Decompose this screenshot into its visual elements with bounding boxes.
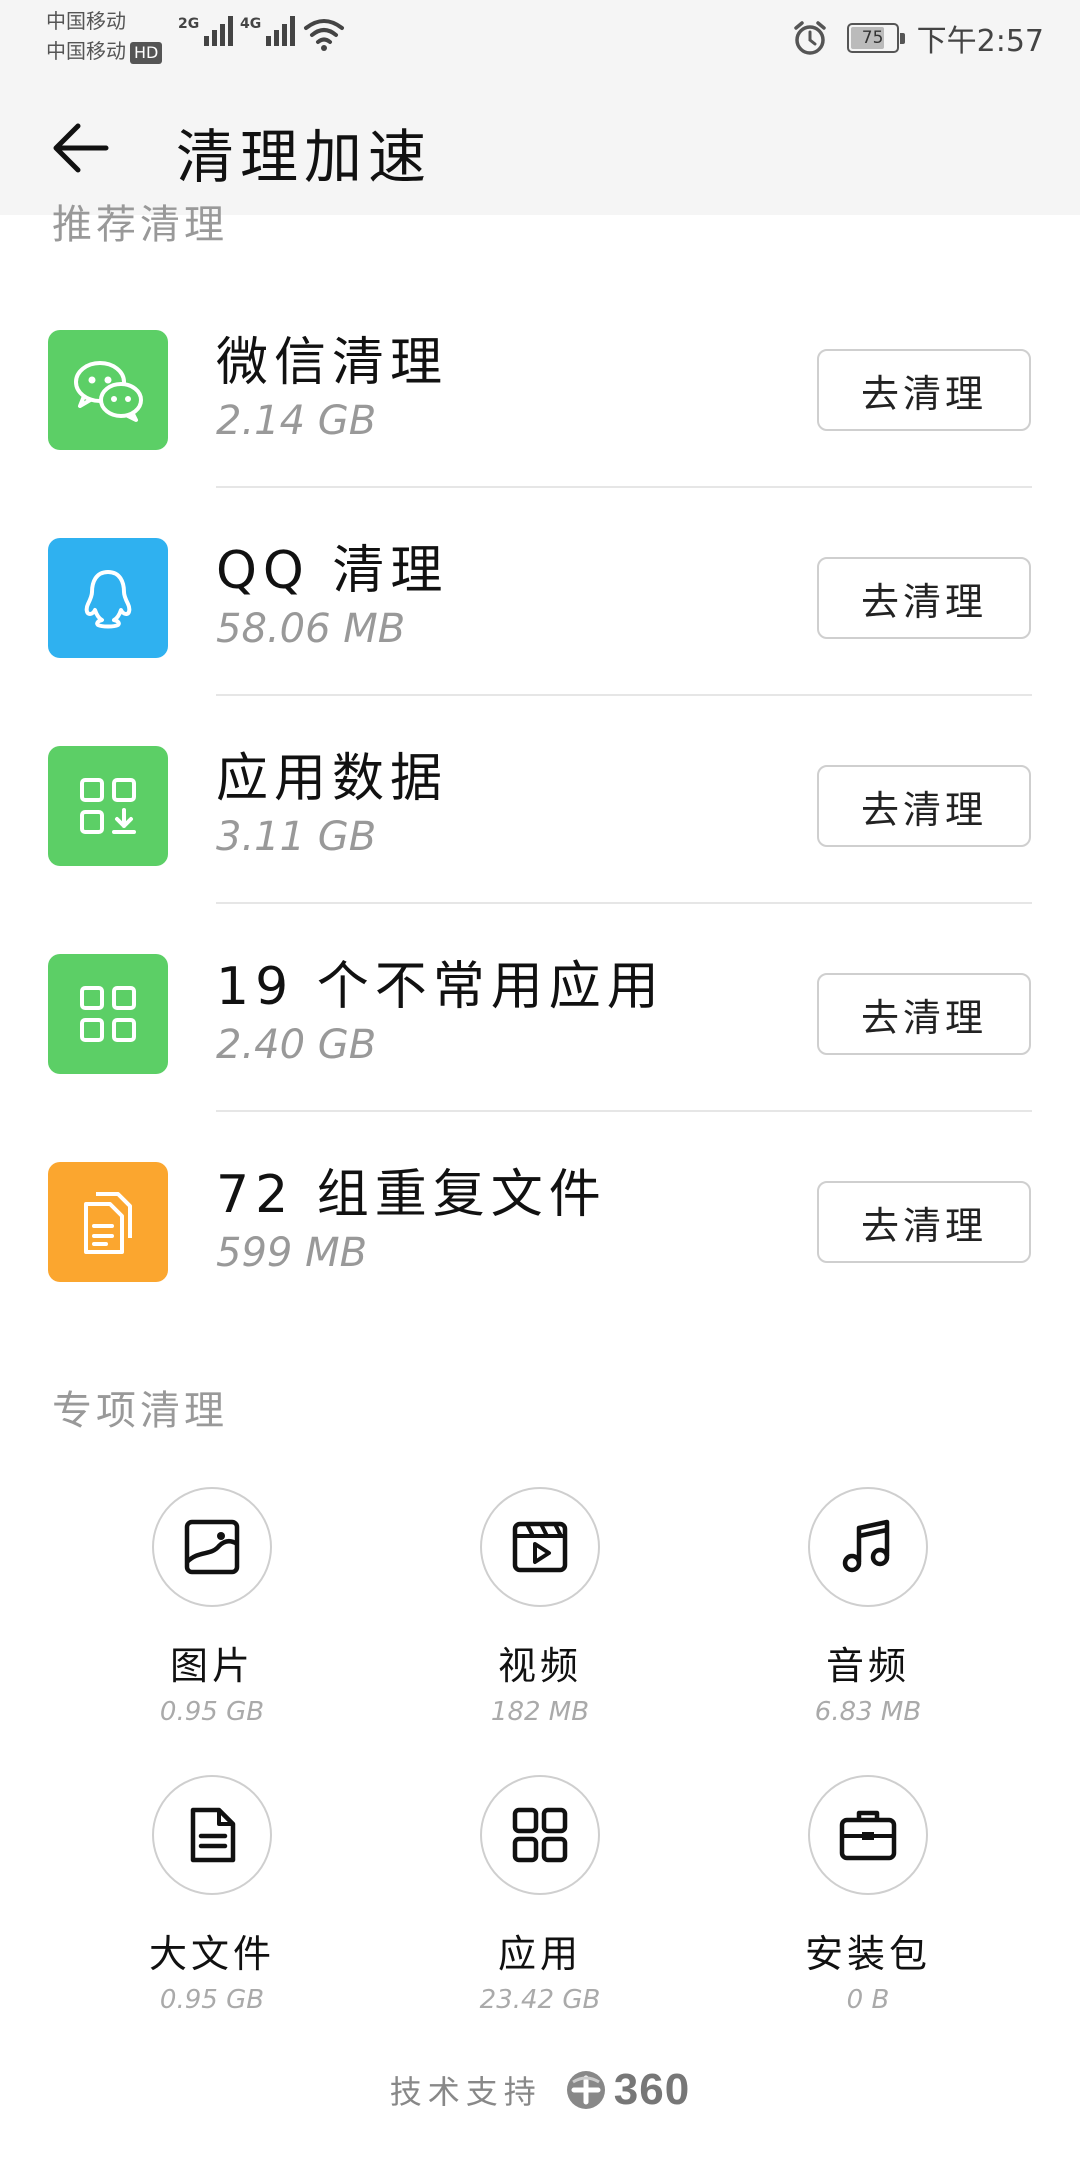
list-item-app-data[interactable]: 应用数据 3.11 GB 去清理 <box>0 696 1080 904</box>
video-icon <box>480 1487 600 1607</box>
grid-name: 音频 <box>825 1644 910 1688</box>
screen: 中国移动 中国移动 HD 2G 4G 75 下午2:57 清理加速 推荐清理 微… <box>0 0 1080 2160</box>
item-size: 3.11 GB <box>216 814 377 860</box>
app-header: 清理加速 <box>0 72 1080 215</box>
hd-badge: HD <box>130 41 163 64</box>
grid-name: 视频 <box>497 1644 582 1688</box>
carrier-2-row: 中国移动 HD <box>46 36 163 66</box>
360-logo-icon <box>566 2071 605 2109</box>
item-size: 2.40 GB <box>216 1022 377 1068</box>
clean-button-qq[interactable]: 去清理 <box>817 557 1031 639</box>
item-name: QQ 清理 <box>216 541 449 601</box>
carrier-2: 中国移动 <box>46 39 126 63</box>
grid-name: 大文件 <box>148 1932 275 1976</box>
duplicate-files-icon <box>48 1162 168 1282</box>
grid-size: 0.95 GB <box>159 1985 265 2015</box>
item-name: 应用数据 <box>216 749 449 809</box>
item-size: 599 MB <box>216 1230 368 1276</box>
alarm-icon <box>793 21 826 55</box>
briefcase-icon <box>808 1775 928 1895</box>
item-size: 58.06 MB <box>216 606 406 652</box>
grid-size: 182 MB <box>490 1697 590 1727</box>
recommended-label-text: 推荐清理 <box>52 202 228 248</box>
item-name: 19 个不常用应用 <box>216 957 665 1017</box>
grid-item-videos[interactable]: 视频 182 MB <box>390 1487 690 1767</box>
image-icon <box>152 1487 272 1607</box>
grid-item-install-packages[interactable]: 安装包 0 B <box>718 1775 1018 2055</box>
360-logo: 360 <box>564 2065 690 2115</box>
page-title: 清理加速 <box>176 123 433 191</box>
wechat-icon <box>48 330 168 450</box>
carrier-1: 中国移动 <box>46 9 126 33</box>
list-item-qq[interactable]: QQ 清理 58.06 MB 去清理 <box>0 488 1080 696</box>
battery-level: 75 <box>861 28 884 48</box>
back-arrow-icon[interactable] <box>50 116 114 180</box>
grid-size: 23.42 GB <box>479 1985 601 2015</box>
clean-button-unused-apps[interactable]: 去清理 <box>817 973 1031 1055</box>
grid-name: 应用 <box>497 1932 582 1976</box>
grid-item-audio[interactable]: 音频 6.83 MB <box>718 1487 1018 1767</box>
signal-icon: 2G <box>178 16 234 46</box>
clean-button-wechat[interactable]: 去清理 <box>817 349 1031 431</box>
clean-button-app-data[interactable]: 去清理 <box>817 765 1031 847</box>
grid-size: 6.83 MB <box>814 1697 922 1727</box>
item-name: 72 组重复文件 <box>216 1165 607 1225</box>
apps-grid-icon <box>48 954 168 1074</box>
status-right: 75 下午2:57 <box>791 16 1044 60</box>
apps-icon <box>480 1775 600 1895</box>
grid-name: 安装包 <box>804 1932 931 1976</box>
signal-1-label: 2G <box>178 16 200 32</box>
app-data-icon <box>48 746 168 866</box>
grid-item-apps[interactable]: 应用 23.42 GB <box>390 1775 690 2055</box>
logo-text: 360 <box>613 2065 691 2114</box>
status-time: 下午2:57 <box>916 24 1044 59</box>
qq-icon <box>48 538 168 658</box>
recommended-section-label: 推荐清理 <box>52 200 228 248</box>
grid-name: 图片 <box>169 1644 254 1688</box>
document-icon <box>152 1775 272 1895</box>
list-item-duplicate-files[interactable]: 72 组重复文件 599 MB 去清理 <box>0 1112 1080 1320</box>
list-item-unused-apps[interactable]: 19 个不常用应用 2.40 GB 去清理 <box>0 904 1080 1112</box>
clean-button-duplicate-files[interactable]: 去清理 <box>817 1181 1031 1263</box>
carrier-info: 中国移动 中国移动 HD <box>46 6 163 66</box>
footer-text: 技术支持 <box>389 2073 542 2111</box>
list-item-wechat[interactable]: 微信清理 2.14 GB 去清理 <box>0 280 1080 488</box>
battery-icon: 75 <box>846 23 905 53</box>
item-name: 微信清理 <box>216 333 449 393</box>
grid-item-images[interactable]: 图片 0.95 GB <box>62 1487 362 1767</box>
grid-size: 0 B <box>846 1985 890 2015</box>
grid-size: 0.95 GB <box>159 1697 265 1727</box>
item-size: 2.14 GB <box>216 398 377 444</box>
signal-2-label: 4G <box>240 16 262 32</box>
wifi-icon <box>304 19 344 51</box>
music-icon <box>808 1487 928 1607</box>
status-bar: 中国移动 中国移动 HD 2G 4G 75 下午2:57 <box>0 0 1080 72</box>
special-section-label: 专项清理 <box>52 1388 228 1434</box>
footer: 技术支持 360 <box>0 2060 1080 2120</box>
signal-icon-2: 4G <box>240 16 296 46</box>
grid-item-large-files[interactable]: 大文件 0.95 GB <box>62 1775 362 2055</box>
